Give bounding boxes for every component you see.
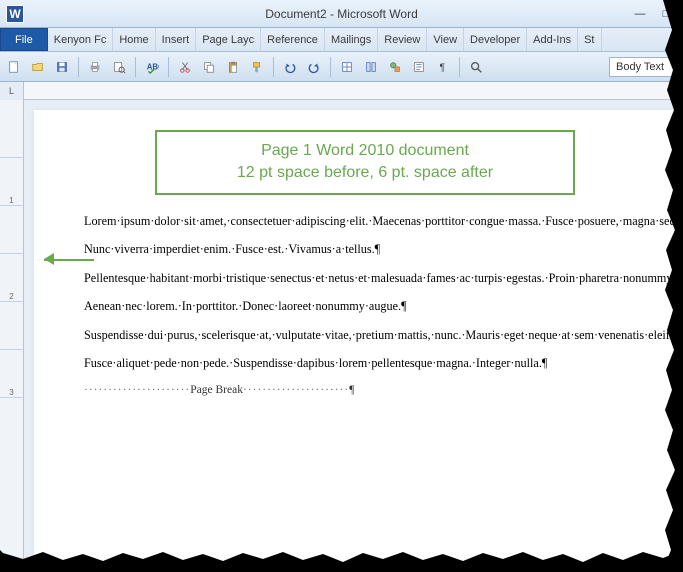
tab-review[interactable]: Review [378, 28, 427, 51]
tab-addins[interactable]: Add-Ins [527, 28, 578, 51]
table-icon[interactable] [337, 57, 357, 77]
ribbon-tabs: File Kenyon Fc Home Insert Page Layc Ref… [0, 28, 683, 52]
paragraph[interactable]: Fusce·aliquet·pede·non·pede.·Suspendisse… [84, 355, 646, 371]
format-painter-icon[interactable] [247, 57, 267, 77]
maximize-button[interactable]: □ [657, 7, 675, 21]
file-tab[interactable]: File [0, 28, 48, 51]
tab-page-layout[interactable]: Page Layc [196, 28, 261, 51]
separator-icon [330, 57, 331, 77]
save-icon[interactable] [52, 57, 72, 77]
title-bar: W Document2 - Microsoft Word — □ [0, 0, 683, 28]
tab-home[interactable]: Home [113, 28, 155, 51]
page[interactable]: Page 1 Word 2010 document 12 pt space be… [34, 110, 674, 570]
horizontal-ruler[interactable]: L [0, 82, 683, 100]
window-title: Document2 - Microsoft Word [265, 7, 418, 21]
document-area[interactable]: Page 1 Word 2010 document 12 pt space be… [24, 100, 683, 570]
callout-line2: 12 pt space before, 6 pt. space after [173, 162, 557, 184]
paste-icon[interactable] [223, 57, 243, 77]
tab-developer[interactable]: Developer [464, 28, 527, 51]
minimize-button[interactable]: — [631, 7, 649, 21]
separator-icon [459, 57, 460, 77]
tab-insert[interactable]: Insert [156, 28, 197, 51]
redo-icon[interactable] [304, 57, 324, 77]
new-doc-icon[interactable] [4, 57, 24, 77]
paragraph[interactable]: Pellentesque·habitant·morbi·tristique·se… [84, 270, 646, 286]
annotation-callout: Page 1 Word 2010 document 12 pt space be… [155, 130, 575, 195]
separator-icon [78, 57, 79, 77]
paragraph[interactable]: Suspendisse·dui·purus,·scelerisque·at,·v… [84, 327, 646, 343]
tab-selector[interactable]: L [0, 82, 24, 100]
tab-overflow[interactable]: St [578, 28, 601, 51]
spelling-icon[interactable]: ABC [142, 57, 162, 77]
callout-line1: Page 1 Word 2010 document [173, 140, 557, 162]
columns-icon[interactable] [361, 57, 381, 77]
separator-icon [168, 57, 169, 77]
tab-mailings[interactable]: Mailings [325, 28, 378, 51]
cut-icon[interactable] [175, 57, 195, 77]
separator-icon [135, 57, 136, 77]
zoom-icon[interactable] [466, 57, 486, 77]
doc-map-icon[interactable] [409, 57, 429, 77]
print-icon[interactable] [85, 57, 105, 77]
undo-icon[interactable] [280, 57, 300, 77]
paragraph[interactable]: Aenean·nec·lorem.·In·porttitor.·Donec·la… [84, 298, 646, 314]
copy-icon[interactable] [199, 57, 219, 77]
tab-references[interactable]: Reference [261, 28, 325, 51]
show-hide-icon[interactable]: ¶ [433, 57, 453, 77]
paragraph[interactable]: Nunc·viverra·imperdiet·enim.·Fusce·est.·… [84, 241, 646, 257]
tab-view[interactable]: View [427, 28, 464, 51]
print-preview-icon[interactable] [109, 57, 129, 77]
style-selector[interactable]: Body Text [609, 57, 679, 77]
open-icon[interactable] [28, 57, 48, 77]
quick-access-toolbar: ABC ¶ Body Text [0, 52, 683, 82]
vertical-ruler[interactable]: 1 2 3 [0, 100, 24, 570]
page-break-marker: ······················Page Break········… [84, 384, 646, 396]
drawing-icon[interactable] [385, 57, 405, 77]
tab-kenyon[interactable]: Kenyon Fc [48, 28, 114, 51]
svg-text:¶: ¶ [440, 61, 446, 73]
word-app-icon: W [6, 5, 24, 23]
workspace: 1 2 3 Page 1 Word 2010 document 12 pt sp… [0, 100, 683, 570]
separator-icon [273, 57, 274, 77]
paragraph[interactable]: Lorem·ipsum·dolor·sit·amet,·consectetuer… [84, 213, 646, 229]
